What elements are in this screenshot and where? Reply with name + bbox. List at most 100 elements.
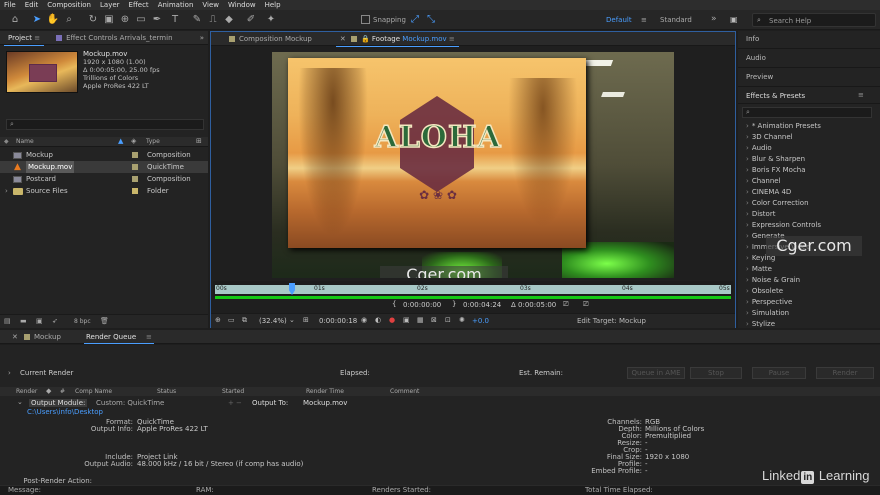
panel-overflow-icon[interactable]: » xyxy=(200,34,204,42)
menu-view[interactable]: View xyxy=(202,1,219,9)
close-icon[interactable]: ✕ xyxy=(12,333,18,341)
effect-category[interactable]: CINEMA 4D xyxy=(742,187,876,198)
output-to-value[interactable]: Mockup.mov xyxy=(303,399,347,407)
footage-frame[interactable]: ALOHA ✿ ❀ ✿ Cger.com xyxy=(272,52,674,278)
snapping-checkbox[interactable] xyxy=(361,15,370,24)
audio-panel-header[interactable]: Audio xyxy=(738,50,880,68)
lock-icon[interactable]: 🔒 xyxy=(361,35,370,43)
snap-expand-icon[interactable]: ⤡ xyxy=(424,13,438,27)
effect-category[interactable]: Matte xyxy=(742,264,876,275)
stop-button[interactable]: Stop xyxy=(690,367,742,379)
effect-category[interactable]: Channel xyxy=(742,176,876,187)
transparency-grid-icon[interactable]: ▦ xyxy=(417,316,424,324)
type-tool-icon[interactable]: T xyxy=(168,13,182,27)
brush-tool-icon[interactable]: ✎ xyxy=(190,13,204,27)
panel-menu-icon[interactable]: ≡ xyxy=(146,333,152,341)
project-item-postcard[interactable]: Postcard Composition xyxy=(0,173,208,185)
mask-tool-icon[interactable]: ▭ xyxy=(134,13,148,27)
menu-window[interactable]: Window xyxy=(228,1,256,9)
render-button[interactable]: Render xyxy=(816,367,874,379)
monitor-icon[interactable]: ▭ xyxy=(228,316,235,324)
effect-category[interactable]: Obsolete xyxy=(742,286,876,297)
channel-icon[interactable]: ● xyxy=(389,316,395,324)
workspace-default[interactable]: Default xyxy=(606,16,632,24)
new-composition-icon[interactable]: ▣ xyxy=(36,317,43,325)
tab-composition-mockup[interactable]: Composition Mockup xyxy=(221,35,320,43)
sort-icon[interactable]: ▲ xyxy=(118,137,123,145)
column-type[interactable]: Type xyxy=(146,138,160,145)
effect-category[interactable]: Perspective xyxy=(742,297,876,308)
label-swatch[interactable] xyxy=(132,188,138,194)
pen-tool-icon[interactable]: ✒ xyxy=(150,13,164,27)
effect-category[interactable]: Color Correction xyxy=(742,198,876,209)
puppet-tool-icon[interactable]: ✦ xyxy=(264,13,278,27)
effect-category[interactable]: Blur & Sharpen xyxy=(742,154,876,165)
exposure-value[interactable]: +0.0 xyxy=(472,317,489,325)
effects-presets-header[interactable]: Effects & Presets ≡ xyxy=(738,88,880,104)
current-time[interactable]: 0:00:00:18 xyxy=(319,317,357,325)
menu-edit[interactable]: Edit xyxy=(25,1,39,9)
preview-panel-header[interactable]: Preview xyxy=(738,69,880,87)
project-item-mockup-mov[interactable]: ▲ Mockup.mov QuickTime xyxy=(0,161,208,173)
disclosure-triangle-icon[interactable]: › xyxy=(8,369,11,377)
hand-tool-icon[interactable]: ✋ xyxy=(46,13,60,27)
effect-category[interactable]: 3D Channel xyxy=(742,132,876,143)
flowchart-icon[interactable]: ➶ xyxy=(52,317,58,325)
roto-brush-tool-icon[interactable]: ✐ xyxy=(244,13,258,27)
search-help-field[interactable]: ⌕ Search Help xyxy=(752,13,876,27)
menu-file[interactable]: File xyxy=(4,1,16,9)
col-comp-name[interactable]: Comp Name xyxy=(75,388,112,395)
new-folder-icon[interactable]: ▬ xyxy=(20,317,27,325)
trash-icon[interactable]: 🗑 xyxy=(100,317,109,325)
col-render[interactable]: Render xyxy=(16,388,37,395)
col-comment[interactable]: Comment xyxy=(390,388,419,395)
effects-search-input[interactable]: ⌕ xyxy=(742,107,872,118)
project-search-input[interactable]: ⌕ xyxy=(6,119,204,130)
time-ruler[interactable]: 00s 01s 02s 03s 04s 05s xyxy=(213,281,733,297)
grid-guides-icon[interactable]: ⊞ xyxy=(303,316,309,324)
effect-category[interactable]: Expression Controls xyxy=(742,220,876,231)
effect-category[interactable]: Noise & Grain xyxy=(742,275,876,286)
view-options-icon[interactable]: ⧉ xyxy=(242,316,247,325)
zoom-tool-icon[interactable]: ⌕ xyxy=(62,13,76,27)
effect-category[interactable]: Stylize xyxy=(742,319,876,327)
tab-project[interactable]: Project ≡ xyxy=(0,34,48,46)
workspace-standard[interactable]: Standard xyxy=(660,16,692,24)
column-name[interactable]: Name xyxy=(16,138,34,145)
region-of-interest-icon[interactable]: ▣ xyxy=(403,316,410,324)
info-panel-header[interactable]: Info xyxy=(738,31,880,49)
in-time[interactable]: 0:00:00:00 xyxy=(403,301,441,309)
interpret-footage-icon[interactable]: ▤ xyxy=(4,317,11,325)
output-module-value[interactable]: Custom: QuickTime xyxy=(96,399,164,407)
camera-tool-icon[interactable]: ▣ xyxy=(102,13,116,27)
label-swatch[interactable] xyxy=(132,176,138,182)
overlay-edit-icon[interactable]: ⎚ xyxy=(563,300,569,309)
guides-icon[interactable]: ⊠ xyxy=(431,316,437,324)
show-snapshot-icon[interactable]: ◐ xyxy=(375,316,381,324)
hierarchy-icon[interactable]: ⊞ xyxy=(196,137,202,145)
sync-settings-icon[interactable]: ▣ xyxy=(730,15,738,24)
output-path[interactable]: C:\Users\info\Desktop xyxy=(27,408,103,416)
add-output-icon[interactable]: + xyxy=(228,399,234,407)
effect-category[interactable]: Audio xyxy=(742,143,876,154)
effect-category[interactable]: * Animation Presets xyxy=(742,121,876,132)
menu-layer[interactable]: Layer xyxy=(100,1,120,9)
panel-menu-icon[interactable]: ≡ xyxy=(858,91,864,99)
col-started[interactable]: Started xyxy=(222,388,244,395)
project-item-mockup[interactable]: Mockup Composition xyxy=(0,149,208,161)
disclosure-triangle-icon[interactable]: › xyxy=(5,185,8,197)
eraser-tool-icon[interactable]: ◆ xyxy=(222,13,236,27)
pause-button[interactable]: Pause xyxy=(752,367,806,379)
chevron-down-icon[interactable]: ⌄ xyxy=(17,398,23,406)
col-render-time[interactable]: Render Time xyxy=(306,388,344,395)
ripple-insert-icon[interactable]: ⎚ xyxy=(583,300,589,309)
clone-stamp-tool-icon[interactable]: ⎍ xyxy=(206,13,220,27)
set-out-icon[interactable]: } xyxy=(452,300,456,308)
tab-mockup-timeline[interactable]: Mockup xyxy=(34,333,61,341)
workspace-overflow-icon[interactable]: » xyxy=(711,14,717,24)
zoom-dropdown[interactable]: (32.4%) xyxy=(259,317,287,325)
always-preview-icon[interactable]: ⊕ xyxy=(215,316,221,324)
menu-help[interactable]: Help xyxy=(265,1,281,9)
effect-category[interactable]: Distort xyxy=(742,209,876,220)
menu-composition[interactable]: Composition xyxy=(47,1,91,9)
